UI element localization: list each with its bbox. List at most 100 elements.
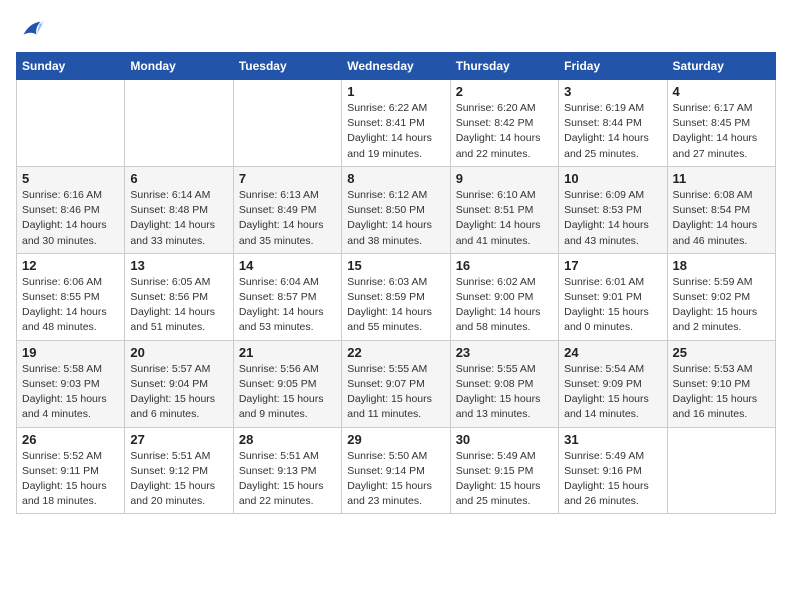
calendar-week-row: 12 Sunrise: 6:06 AM Sunset: 8:55 PM Dayli… bbox=[17, 253, 776, 340]
logo bbox=[16, 16, 48, 44]
calendar-cell: 27Sunrise: 5:51 AM Sunset: 9:12 PM Dayli… bbox=[125, 427, 233, 514]
day-number: 6 bbox=[130, 171, 227, 186]
day-info: Sunrise: 6:14 AM Sunset: 8:48 PM Dayligh… bbox=[130, 188, 227, 249]
day-number: 10 bbox=[564, 171, 661, 186]
day-number: 23 bbox=[456, 345, 553, 360]
day-number: 28 bbox=[239, 432, 336, 447]
calendar-cell: 28 Sunrise: 5:51 AM Sunset: 9:13 PM Dayli… bbox=[233, 427, 341, 514]
day-number: 18 bbox=[673, 258, 770, 273]
day-info: Sunrise: 5:55 AM Sunset: 9:07 PM Dayligh… bbox=[347, 362, 444, 423]
calendar-cell bbox=[125, 80, 233, 167]
day-info: Sunrise: 6:13 AM Sunset: 8:49 PM Dayligh… bbox=[239, 188, 336, 249]
calendar-cell: 22 Sunrise: 5:55 AM Sunset: 9:07 PM Dayli… bbox=[342, 340, 450, 427]
calendar-cell: 25 Sunrise: 5:53 AM Sunset: 9:10 PM Dayli… bbox=[667, 340, 775, 427]
day-number: 8 bbox=[347, 171, 444, 186]
calendar-week-row: 26Sunrise: 5:52 AM Sunset: 9:11 PM Dayli… bbox=[17, 427, 776, 514]
day-number: 12 bbox=[22, 258, 119, 273]
day-number: 13 bbox=[130, 258, 227, 273]
day-info: Sunrise: 5:50 AM Sunset: 9:14 PM Dayligh… bbox=[347, 449, 444, 510]
calendar-cell: 9 Sunrise: 6:10 AM Sunset: 8:51 PM Daylig… bbox=[450, 166, 558, 253]
day-info: Sunrise: 6:12 AM Sunset: 8:50 PM Dayligh… bbox=[347, 188, 444, 249]
calendar-cell: 24 Sunrise: 5:54 AM Sunset: 9:09 PM Dayli… bbox=[559, 340, 667, 427]
calendar-cell: 8 Sunrise: 6:12 AM Sunset: 8:50 PM Daylig… bbox=[342, 166, 450, 253]
calendar-cell: 20 Sunrise: 5:57 AM Sunset: 9:04 PM Dayli… bbox=[125, 340, 233, 427]
day-number: 31 bbox=[564, 432, 661, 447]
calendar-cell: 14Sunrise: 6:04 AM Sunset: 8:57 PM Dayli… bbox=[233, 253, 341, 340]
day-info: Sunrise: 5:51 AM Sunset: 9:12 PM Dayligh… bbox=[130, 449, 227, 510]
day-info: Sunrise: 5:57 AM Sunset: 9:04 PM Dayligh… bbox=[130, 362, 227, 423]
day-number: 21 bbox=[239, 345, 336, 360]
page-header bbox=[16, 16, 776, 44]
day-info: Sunrise: 6:16 AM Sunset: 8:46 PM Dayligh… bbox=[22, 188, 119, 249]
calendar-week-row: 5 Sunrise: 6:16 AM Sunset: 8:46 PM Daylig… bbox=[17, 166, 776, 253]
calendar-cell: 21 Sunrise: 5:56 AM Sunset: 9:05 PM Dayli… bbox=[233, 340, 341, 427]
day-number: 11 bbox=[673, 171, 770, 186]
day-info: Sunrise: 5:53 AM Sunset: 9:10 PM Dayligh… bbox=[673, 362, 770, 423]
calendar-cell: 4 Sunrise: 6:17 AM Sunset: 8:45 PM Daylig… bbox=[667, 80, 775, 167]
calendar-cell: 10 Sunrise: 6:09 AM Sunset: 8:53 PM Dayli… bbox=[559, 166, 667, 253]
day-info: Sunrise: 6:17 AM Sunset: 8:45 PM Dayligh… bbox=[673, 101, 770, 162]
calendar-cell: 13 Sunrise: 6:05 AM Sunset: 8:56 PM Dayli… bbox=[125, 253, 233, 340]
day-number: 16 bbox=[456, 258, 553, 273]
day-number: 5 bbox=[22, 171, 119, 186]
day-info: Sunrise: 6:02 AM Sunset: 9:00 PM Dayligh… bbox=[456, 275, 553, 336]
day-info: Sunrise: 6:03 AM Sunset: 8:59 PM Dayligh… bbox=[347, 275, 444, 336]
day-number: 9 bbox=[456, 171, 553, 186]
day-info: Sunrise: 6:10 AM Sunset: 8:51 PM Dayligh… bbox=[456, 188, 553, 249]
day-number: 4 bbox=[673, 84, 770, 99]
day-info: Sunrise: 6:20 AM Sunset: 8:42 PM Dayligh… bbox=[456, 101, 553, 162]
calendar-header-row: SundayMondayTuesdayWednesdayThursdayFrid… bbox=[17, 53, 776, 80]
day-info: Sunrise: 5:49 AM Sunset: 9:16 PM Dayligh… bbox=[564, 449, 661, 510]
day-of-week-header: Sunday bbox=[17, 53, 125, 80]
calendar-cell: 30 Sunrise: 5:49 AM Sunset: 9:15 PM Dayli… bbox=[450, 427, 558, 514]
calendar-cell bbox=[233, 80, 341, 167]
day-of-week-header: Thursday bbox=[450, 53, 558, 80]
calendar-cell: 6 Sunrise: 6:14 AM Sunset: 8:48 PM Daylig… bbox=[125, 166, 233, 253]
calendar-cell: 26Sunrise: 5:52 AM Sunset: 9:11 PM Dayli… bbox=[17, 427, 125, 514]
day-info: Sunrise: 6:05 AM Sunset: 8:56 PM Dayligh… bbox=[130, 275, 227, 336]
day-info: Sunrise: 6:04 AM Sunset: 8:57 PM Dayligh… bbox=[239, 275, 336, 336]
day-info: Sunrise: 6:19 AM Sunset: 8:44 PM Dayligh… bbox=[564, 101, 661, 162]
calendar-cell: 31 Sunrise: 5:49 AM Sunset: 9:16 PM Dayli… bbox=[559, 427, 667, 514]
calendar-cell: 19 Sunrise: 5:58 AM Sunset: 9:03 PM Dayli… bbox=[17, 340, 125, 427]
calendar-cell: 17 Sunrise: 6:01 AM Sunset: 9:01 PM Dayli… bbox=[559, 253, 667, 340]
calendar-cell: 7 Sunrise: 6:13 AM Sunset: 8:49 PM Daylig… bbox=[233, 166, 341, 253]
day-number: 24 bbox=[564, 345, 661, 360]
calendar-cell: 3Sunrise: 6:19 AM Sunset: 8:44 PM Daylig… bbox=[559, 80, 667, 167]
day-number: 20 bbox=[130, 345, 227, 360]
day-info: Sunrise: 5:52 AM Sunset: 9:11 PM Dayligh… bbox=[22, 449, 119, 510]
day-info: Sunrise: 6:08 AM Sunset: 8:54 PM Dayligh… bbox=[673, 188, 770, 249]
calendar-cell: 11 Sunrise: 6:08 AM Sunset: 8:54 PM Dayli… bbox=[667, 166, 775, 253]
day-info: Sunrise: 6:09 AM Sunset: 8:53 PM Dayligh… bbox=[564, 188, 661, 249]
calendar-week-row: 19 Sunrise: 5:58 AM Sunset: 9:03 PM Dayli… bbox=[17, 340, 776, 427]
day-number: 7 bbox=[239, 171, 336, 186]
day-number: 15 bbox=[347, 258, 444, 273]
calendar-cell: 15 Sunrise: 6:03 AM Sunset: 8:59 PM Dayli… bbox=[342, 253, 450, 340]
day-number: 2 bbox=[456, 84, 553, 99]
day-number: 25 bbox=[673, 345, 770, 360]
day-number: 29 bbox=[347, 432, 444, 447]
day-info: Sunrise: 5:51 AM Sunset: 9:13 PM Dayligh… bbox=[239, 449, 336, 510]
day-number: 17 bbox=[564, 258, 661, 273]
calendar-cell: 12 Sunrise: 6:06 AM Sunset: 8:55 PM Dayli… bbox=[17, 253, 125, 340]
calendar-cell: 23 Sunrise: 5:55 AM Sunset: 9:08 PM Dayli… bbox=[450, 340, 558, 427]
day-info: Sunrise: 5:56 AM Sunset: 9:05 PM Dayligh… bbox=[239, 362, 336, 423]
day-info: Sunrise: 5:54 AM Sunset: 9:09 PM Dayligh… bbox=[564, 362, 661, 423]
calendar-cell bbox=[17, 80, 125, 167]
day-of-week-header: Saturday bbox=[667, 53, 775, 80]
day-info: Sunrise: 6:06 AM Sunset: 8:55 PM Dayligh… bbox=[22, 275, 119, 336]
day-info: Sunrise: 5:59 AM Sunset: 9:02 PM Dayligh… bbox=[673, 275, 770, 336]
day-info: Sunrise: 5:58 AM Sunset: 9:03 PM Dayligh… bbox=[22, 362, 119, 423]
day-number: 19 bbox=[22, 345, 119, 360]
day-of-week-header: Monday bbox=[125, 53, 233, 80]
calendar-cell: 5 Sunrise: 6:16 AM Sunset: 8:46 PM Daylig… bbox=[17, 166, 125, 253]
day-info: Sunrise: 5:55 AM Sunset: 9:08 PM Dayligh… bbox=[456, 362, 553, 423]
day-info: Sunrise: 5:49 AM Sunset: 9:15 PM Dayligh… bbox=[456, 449, 553, 510]
logo-icon bbox=[16, 16, 44, 44]
calendar-cell: 16 Sunrise: 6:02 AM Sunset: 9:00 PM Dayli… bbox=[450, 253, 558, 340]
day-of-week-header: Tuesday bbox=[233, 53, 341, 80]
day-number: 30 bbox=[456, 432, 553, 447]
calendar-cell: 29 Sunrise: 5:50 AM Sunset: 9:14 PM Dayli… bbox=[342, 427, 450, 514]
day-number: 22 bbox=[347, 345, 444, 360]
day-info: Sunrise: 6:01 AM Sunset: 9:01 PM Dayligh… bbox=[564, 275, 661, 336]
